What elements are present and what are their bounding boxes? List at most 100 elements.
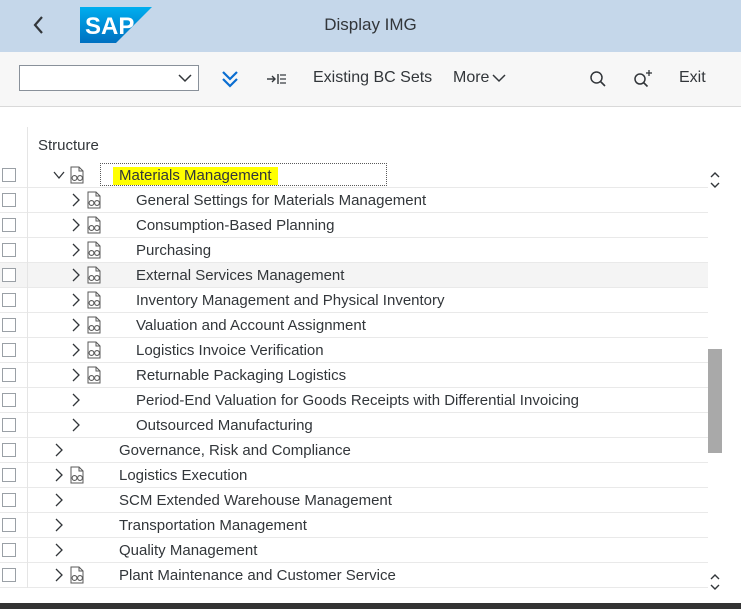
tree-row[interactable]: Valuation and Account Assignment xyxy=(0,313,708,338)
expand-toggle[interactable] xyxy=(52,542,66,558)
expand-toggle[interactable] xyxy=(69,192,83,208)
tree-node-label[interactable]: External Services Management xyxy=(136,267,344,284)
expand-toggle[interactable] xyxy=(69,242,83,258)
tree-node-label[interactable]: Outsourced Manufacturing xyxy=(136,417,313,434)
expand-toggle[interactable] xyxy=(69,367,83,383)
column-divider xyxy=(27,213,28,238)
expand-toggle[interactable] xyxy=(52,567,66,583)
expand-toggle[interactable] xyxy=(69,392,83,408)
column-divider xyxy=(27,238,28,263)
expand-toggle[interactable] xyxy=(52,442,66,458)
documentation-glasses-icon[interactable] xyxy=(85,241,103,259)
tree-row[interactable]: Logistics Invoice Verification xyxy=(0,338,708,363)
tree-row[interactable]: Governance, Risk and Compliance xyxy=(0,438,708,463)
scrollbar-thumb[interactable] xyxy=(708,349,722,453)
tree-row[interactable]: Materials Management xyxy=(0,163,708,188)
expand-toggle[interactable] xyxy=(52,492,66,508)
tree-row[interactable]: SCM Extended Warehouse Management xyxy=(0,488,708,513)
select-column-header[interactable] xyxy=(0,127,28,163)
scroll-down-button-top[interactable] xyxy=(709,175,721,195)
expand-toggle[interactable] xyxy=(69,342,83,358)
collapse-toggle[interactable] xyxy=(52,167,66,183)
tree-row[interactable]: Inventory Management and Physical Invent… xyxy=(0,288,708,313)
expand-toggle[interactable] xyxy=(69,217,83,233)
expand-toggle[interactable] xyxy=(52,517,66,533)
tree-node-label[interactable]: Plant Maintenance and Customer Service xyxy=(119,567,396,584)
tree-node-label[interactable]: Consumption-Based Planning xyxy=(136,217,334,234)
tree-node-label[interactable]: Purchasing xyxy=(136,242,211,259)
search-button[interactable] xyxy=(586,66,610,92)
row-select-checkbox[interactable] xyxy=(2,318,16,332)
column-divider xyxy=(27,388,28,413)
tree-node-label[interactable]: Logistics Invoice Verification xyxy=(136,342,324,359)
row-select-checkbox[interactable] xyxy=(2,218,16,232)
expand-toggle[interactable] xyxy=(69,317,83,333)
tree-row[interactable]: General Settings for Materials Managemen… xyxy=(0,188,708,213)
row-select-checkbox[interactable] xyxy=(2,293,16,307)
row-select-checkbox[interactable] xyxy=(2,493,16,507)
expand-all-button[interactable] xyxy=(218,66,242,92)
more-button[interactable]: More xyxy=(453,69,506,87)
row-select-checkbox[interactable] xyxy=(2,268,16,282)
chevron-right-icon xyxy=(55,493,63,507)
documentation-glasses-icon[interactable] xyxy=(85,366,103,384)
tree-node-label[interactable]: Quality Management xyxy=(119,542,257,559)
expand-toggle[interactable] xyxy=(52,467,66,483)
search-next-button[interactable] xyxy=(631,66,655,92)
row-select-checkbox[interactable] xyxy=(2,368,16,382)
chevron-right-icon xyxy=(55,518,63,532)
documentation-glasses-icon[interactable] xyxy=(85,216,103,234)
documentation-glasses-icon[interactable] xyxy=(68,566,86,584)
row-select-checkbox[interactable] xyxy=(2,468,16,482)
existing-bc-sets-button[interactable]: Existing BC Sets xyxy=(313,69,432,87)
row-select-checkbox[interactable] xyxy=(2,168,16,182)
row-select-checkbox[interactable] xyxy=(2,543,16,557)
node-text: Logistics Execution xyxy=(119,467,248,484)
chevron-right-icon xyxy=(72,243,80,257)
tree-row[interactable]: External Services Management xyxy=(0,263,708,288)
tree-row[interactable]: Period-End Valuation for Goods Receipts … xyxy=(0,388,708,413)
tree-row[interactable]: Quality Management xyxy=(0,538,708,563)
variant-dropdown[interactable] xyxy=(19,65,199,91)
row-select-checkbox[interactable] xyxy=(2,243,16,257)
row-select-checkbox[interactable] xyxy=(2,393,16,407)
row-select-checkbox[interactable] xyxy=(2,343,16,357)
tree-row[interactable]: Plant Maintenance and Customer Service xyxy=(0,563,708,588)
tree-node-label[interactable]: Valuation and Account Assignment xyxy=(136,317,366,334)
tree-row[interactable]: Outsourced Manufacturing xyxy=(0,413,708,438)
documentation-glasses-icon[interactable] xyxy=(85,191,103,209)
documentation-glasses-icon[interactable] xyxy=(85,316,103,334)
documentation-glasses-icon[interactable] xyxy=(68,466,86,484)
tree-row[interactable]: Logistics Execution xyxy=(0,463,708,488)
tree-node-label[interactable]: General Settings for Materials Managemen… xyxy=(136,192,426,209)
tree-node-label[interactable]: SCM Extended Warehouse Management xyxy=(119,492,392,509)
documentation-glasses-icon[interactable] xyxy=(68,166,86,184)
tree-node-label[interactable]: Transportation Management xyxy=(119,517,307,534)
row-select-checkbox[interactable] xyxy=(2,418,16,432)
tree-node-label[interactable]: Inventory Management and Physical Invent… xyxy=(136,292,445,309)
tree-node-label[interactable]: Logistics Execution xyxy=(119,467,247,484)
expand-toggle[interactable] xyxy=(69,292,83,308)
documentation-glasses-icon[interactable] xyxy=(85,341,103,359)
expand-toggle[interactable] xyxy=(69,417,83,433)
tree-row[interactable]: Purchasing xyxy=(0,238,708,263)
node-text: External Services Management xyxy=(136,267,345,284)
tree-node-label[interactable]: Period-End Valuation for Goods Receipts … xyxy=(136,392,579,409)
tree-node-label[interactable]: Returnable Packaging Logistics xyxy=(136,367,346,384)
documentation-glasses-icon[interactable] xyxy=(85,266,103,284)
row-select-checkbox[interactable] xyxy=(2,518,16,532)
tree-node-label[interactable]: Governance, Risk and Compliance xyxy=(119,442,351,459)
exit-button[interactable]: Exit xyxy=(679,69,706,87)
documentation-glasses-icon[interactable] xyxy=(85,291,103,309)
tree-row[interactable]: Consumption-Based Planning xyxy=(0,213,708,238)
position-button[interactable] xyxy=(264,66,288,92)
tree-row[interactable]: Transportation Management xyxy=(0,513,708,538)
tree-row[interactable]: Returnable Packaging Logistics xyxy=(0,363,708,388)
scroll-down-button[interactable] xyxy=(709,577,721,597)
tree-node-label[interactable]: Materials Management xyxy=(113,167,278,185)
row-select-checkbox[interactable] xyxy=(2,443,16,457)
expand-toggle[interactable] xyxy=(69,267,83,283)
column-divider xyxy=(27,438,28,463)
row-select-checkbox[interactable] xyxy=(2,193,16,207)
row-select-checkbox[interactable] xyxy=(2,568,16,582)
